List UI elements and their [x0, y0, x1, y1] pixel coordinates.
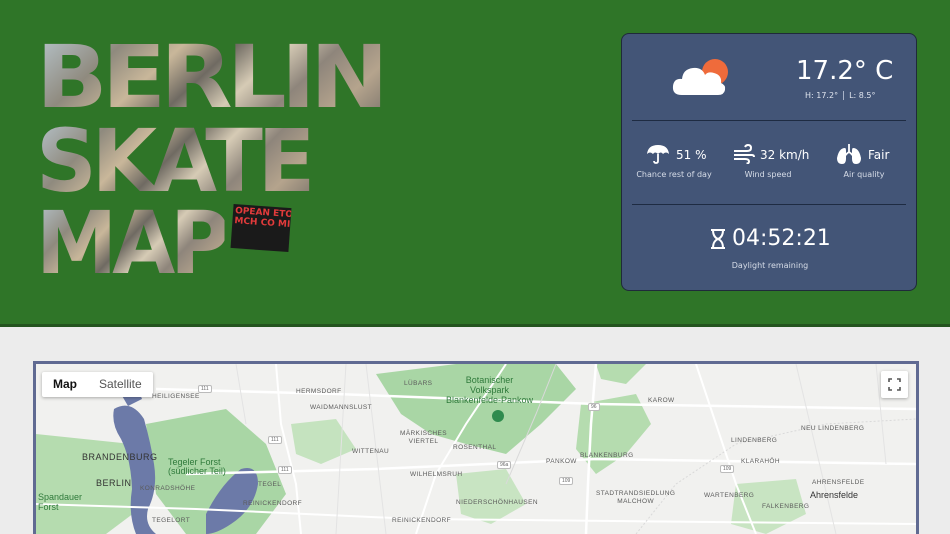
- map-label-lindenberg: LINDENBERG: [731, 437, 778, 444]
- weather-divider-1: [632, 120, 906, 121]
- weather-divider-2: [632, 204, 906, 205]
- high-low-temps: H: 17.2° L: 8.5°: [805, 91, 876, 100]
- map-label-brandenburg: BRANDENBURG: [82, 452, 158, 462]
- map-type-control[interactable]: Map Satellite: [42, 372, 153, 397]
- map-label-falkenberg: FALKENBERG: [762, 503, 810, 510]
- map-label-reinickendorf-west: REINICKENDORF: [243, 500, 303, 507]
- tab-map[interactable]: Map: [42, 372, 88, 397]
- map-label-wittenau: WITTENAU: [352, 448, 390, 455]
- hourglass-icon: [711, 229, 725, 249]
- air-quality-value: Fair: [868, 148, 890, 162]
- map-label-klarahoh: KLARAHÖH: [741, 458, 780, 465]
- berlin-skate-map-logo[interactable]: BERLIN SKATE MAP OPEAN ETO MCH CO MI K: [36, 34, 446, 290]
- map-label-markisches-viertel: MÄRKISCHES VIERTEL: [400, 430, 447, 445]
- logo-line-1: BERLIN: [36, 26, 389, 128]
- map-label-waidmannslust: WAIDMANNSLUST: [310, 404, 373, 411]
- road-badge: 96a: [497, 461, 512, 469]
- fullscreen-icon: [888, 378, 901, 391]
- road-badge: 111: [278, 466, 292, 474]
- map-label-tegel: TEGEL: [258, 481, 282, 488]
- wind-speed-value: 32 km/h: [760, 148, 810, 162]
- map-label-neu-lindenberg: NEU LINDENBERG: [801, 425, 865, 432]
- map-label-pankow: PANKOW: [546, 458, 577, 465]
- map-label-ahrensfelde: Ahrensfelde: [810, 490, 859, 500]
- map-label-lubars: LÜBARS: [404, 380, 433, 387]
- map-label-reinickendorf: REINICKENDORF: [392, 517, 452, 524]
- map-label-konradshohe: KONRADSHÖHE: [140, 485, 196, 492]
- daylight-timer: 04:52:21: [732, 226, 831, 251]
- road-badge: 109: [559, 477, 574, 485]
- road-badge: 111: [268, 436, 282, 444]
- air-quality-label: Air quality: [843, 170, 885, 179]
- map-label-ahrensfelde-district: AHRENSFELDE: [812, 479, 865, 486]
- lungs-icon: [837, 144, 861, 164]
- road-badge: 111: [198, 385, 212, 393]
- graffiti-text: OPEAN ETO MCH CO MI K: [230, 204, 292, 252]
- map-label-botanischer-volkspark: Botanischer Volkspark Blankenfelde-Panko…: [446, 375, 534, 405]
- fullscreen-button[interactable]: [881, 371, 908, 398]
- map-label-stadtrandsiedlung-malchow: STADTRANDSIEDLUNG MALCHOW: [596, 490, 676, 505]
- rain-chance-label: Chance rest of day: [636, 170, 712, 179]
- temperature-value: 17.2° C: [796, 56, 894, 86]
- logo-line-2: SKATE: [36, 110, 315, 212]
- map-label-niederschonhausen: NIEDERSCHÖNHAUSEN: [456, 499, 538, 506]
- map-label-karow: KAROW: [648, 397, 675, 404]
- high-temp: H: 17.2°: [805, 91, 839, 100]
- umbrella-icon: [647, 145, 669, 164]
- daylight-label: Daylight remaining: [731, 261, 809, 270]
- map-label-berlin: BERLIN: [96, 478, 132, 488]
- rain-chance-value: 51 %: [676, 148, 707, 162]
- road-badge: 109: [720, 465, 735, 473]
- map-label-tegeler-forst: Tegeler Forst (südlicher Teil): [168, 457, 226, 476]
- map-label-wilhelmsruh: WILHELMSRUH: [410, 471, 463, 478]
- wind-speed-label: Wind speed: [744, 170, 792, 179]
- map-label-wartenberg: WARTENBERG: [704, 492, 755, 499]
- partly-cloudy-icon: [672, 67, 726, 95]
- map-label-blankenburg: BLANKENBURG: [580, 452, 634, 459]
- tab-satellite[interactable]: Satellite: [88, 372, 153, 397]
- map-label-rosenthal: ROSENTHAL: [453, 444, 497, 451]
- road-badge: 96: [588, 403, 600, 411]
- map-label-tegelort: TEGELORT: [152, 517, 191, 524]
- low-temp: L: 8.5°: [849, 91, 876, 100]
- logo-line-3: MAP: [36, 192, 230, 294]
- map-label-hermsdorf: HERMSDORF: [296, 388, 342, 395]
- map-label-heiligensee: HEILIGENSEE: [152, 393, 200, 400]
- wind-icon: [734, 144, 755, 164]
- map-label-spandauer-forst: Spandauer Forst: [38, 492, 83, 512]
